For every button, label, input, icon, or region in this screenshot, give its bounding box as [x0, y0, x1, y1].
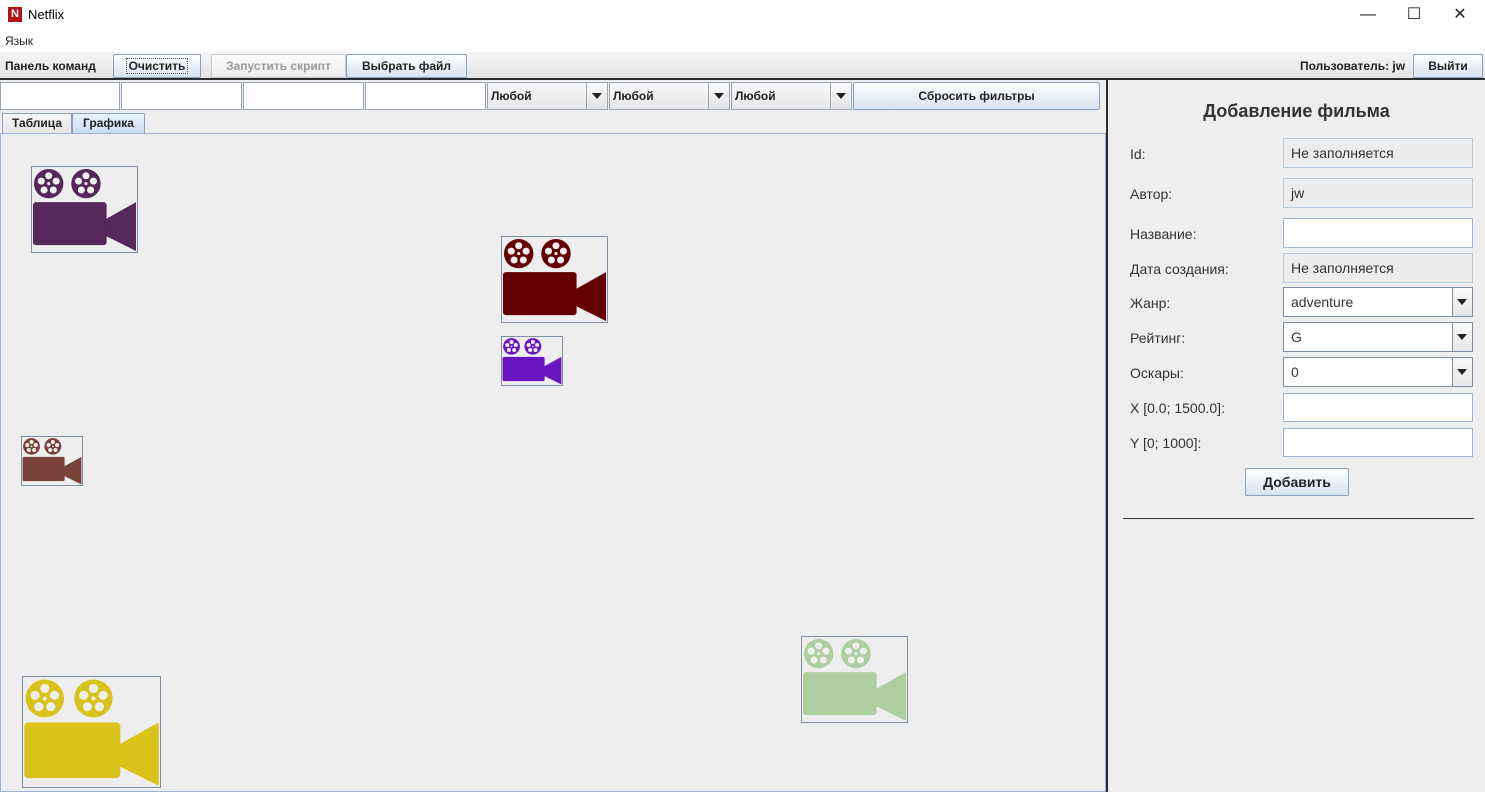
- film-camera-icon[interactable]: [501, 336, 563, 386]
- chevron-down-icon[interactable]: [1452, 288, 1472, 316]
- add-film-button[interactable]: Добавить: [1245, 468, 1349, 496]
- id-label: Id:: [1130, 146, 1146, 162]
- filter-input-3[interactable]: [243, 82, 364, 110]
- filter-combo-1[interactable]: Любой: [487, 82, 608, 110]
- creation-date-label: Дата создания:: [1130, 261, 1229, 277]
- filter-input-2[interactable]: [121, 82, 242, 110]
- film-camera-icon[interactable]: [501, 236, 608, 323]
- oscars-select[interactable]: 0: [1283, 357, 1473, 387]
- y-label: Y [0; 1000]:: [1130, 435, 1202, 451]
- form-title: Добавление фильма: [1203, 101, 1390, 121]
- filter-combo-value: Любой: [613, 89, 654, 103]
- filter-combo-value: Любой: [491, 89, 532, 103]
- run-script-button[interactable]: Запустить скрипт: [211, 54, 346, 78]
- menu-bar: [0, 30, 1485, 52]
- chevron-down-icon[interactable]: [586, 83, 607, 109]
- id-field: Не заполняется: [1283, 138, 1473, 168]
- minimize-icon[interactable]: —: [1345, 0, 1391, 30]
- maximize-icon[interactable]: ☐: [1391, 0, 1437, 30]
- netflix-logo-icon: N: [8, 7, 22, 22]
- clear-button-label: Очистить: [125, 58, 189, 74]
- tab-table[interactable]: Таблица: [2, 113, 72, 133]
- filter-input-1[interactable]: [0, 82, 120, 110]
- user-label: Пользователь: jw: [1300, 59, 1406, 73]
- author-field: jw: [1283, 178, 1473, 208]
- genre-select[interactable]: adventure: [1283, 287, 1473, 317]
- oscars-label: Оскары:: [1130, 365, 1184, 381]
- chevron-down-icon[interactable]: [708, 83, 729, 109]
- rating-value: G: [1291, 329, 1302, 345]
- reset-filters-button[interactable]: Сбросить фильтры: [853, 82, 1100, 110]
- window-title: Netflix: [28, 7, 65, 22]
- close-icon[interactable]: ✕: [1437, 0, 1483, 30]
- filter-combo-value: Любой: [735, 89, 776, 103]
- chevron-down-icon[interactable]: [1452, 358, 1472, 386]
- rating-label: Рейтинг:: [1130, 330, 1186, 346]
- creation-date-field: Не заполняется: [1283, 253, 1473, 283]
- film-camera-icon[interactable]: [22, 676, 161, 788]
- logout-button[interactable]: Выйти: [1413, 54, 1483, 78]
- y-input[interactable]: [1283, 428, 1473, 457]
- x-label: X [0.0; 1500.0]:: [1130, 400, 1225, 416]
- tab-graphics[interactable]: Графика: [72, 113, 145, 134]
- name-input[interactable]: [1283, 218, 1473, 248]
- x-input[interactable]: [1283, 393, 1473, 422]
- menu-language[interactable]: Язык: [5, 34, 33, 48]
- film-camera-icon[interactable]: [801, 636, 908, 723]
- chevron-down-icon[interactable]: [1452, 323, 1472, 351]
- film-camera-icon[interactable]: [31, 166, 138, 253]
- form-separator: [1123, 518, 1474, 519]
- oscars-value: 0: [1291, 364, 1299, 380]
- film-camera-icon[interactable]: [21, 436, 83, 486]
- filter-combo-2[interactable]: Любой: [609, 82, 730, 110]
- filter-input-4[interactable]: [365, 82, 486, 110]
- panel-divider: [1106, 80, 1108, 792]
- graphics-canvas[interactable]: [0, 133, 1106, 792]
- rating-select[interactable]: G: [1283, 322, 1473, 352]
- name-label: Название:: [1130, 226, 1197, 242]
- choose-file-button[interactable]: Выбрать файл: [346, 54, 467, 78]
- filter-combo-3[interactable]: Любой: [731, 82, 852, 110]
- chevron-down-icon[interactable]: [830, 83, 851, 109]
- genre-label: Жанр:: [1130, 295, 1171, 311]
- title-bar: [0, 0, 1485, 30]
- clear-button[interactable]: Очистить: [113, 54, 201, 78]
- author-label: Автор:: [1130, 186, 1173, 202]
- command-panel-label: Панель команд: [5, 59, 96, 73]
- genre-value: adventure: [1291, 294, 1354, 310]
